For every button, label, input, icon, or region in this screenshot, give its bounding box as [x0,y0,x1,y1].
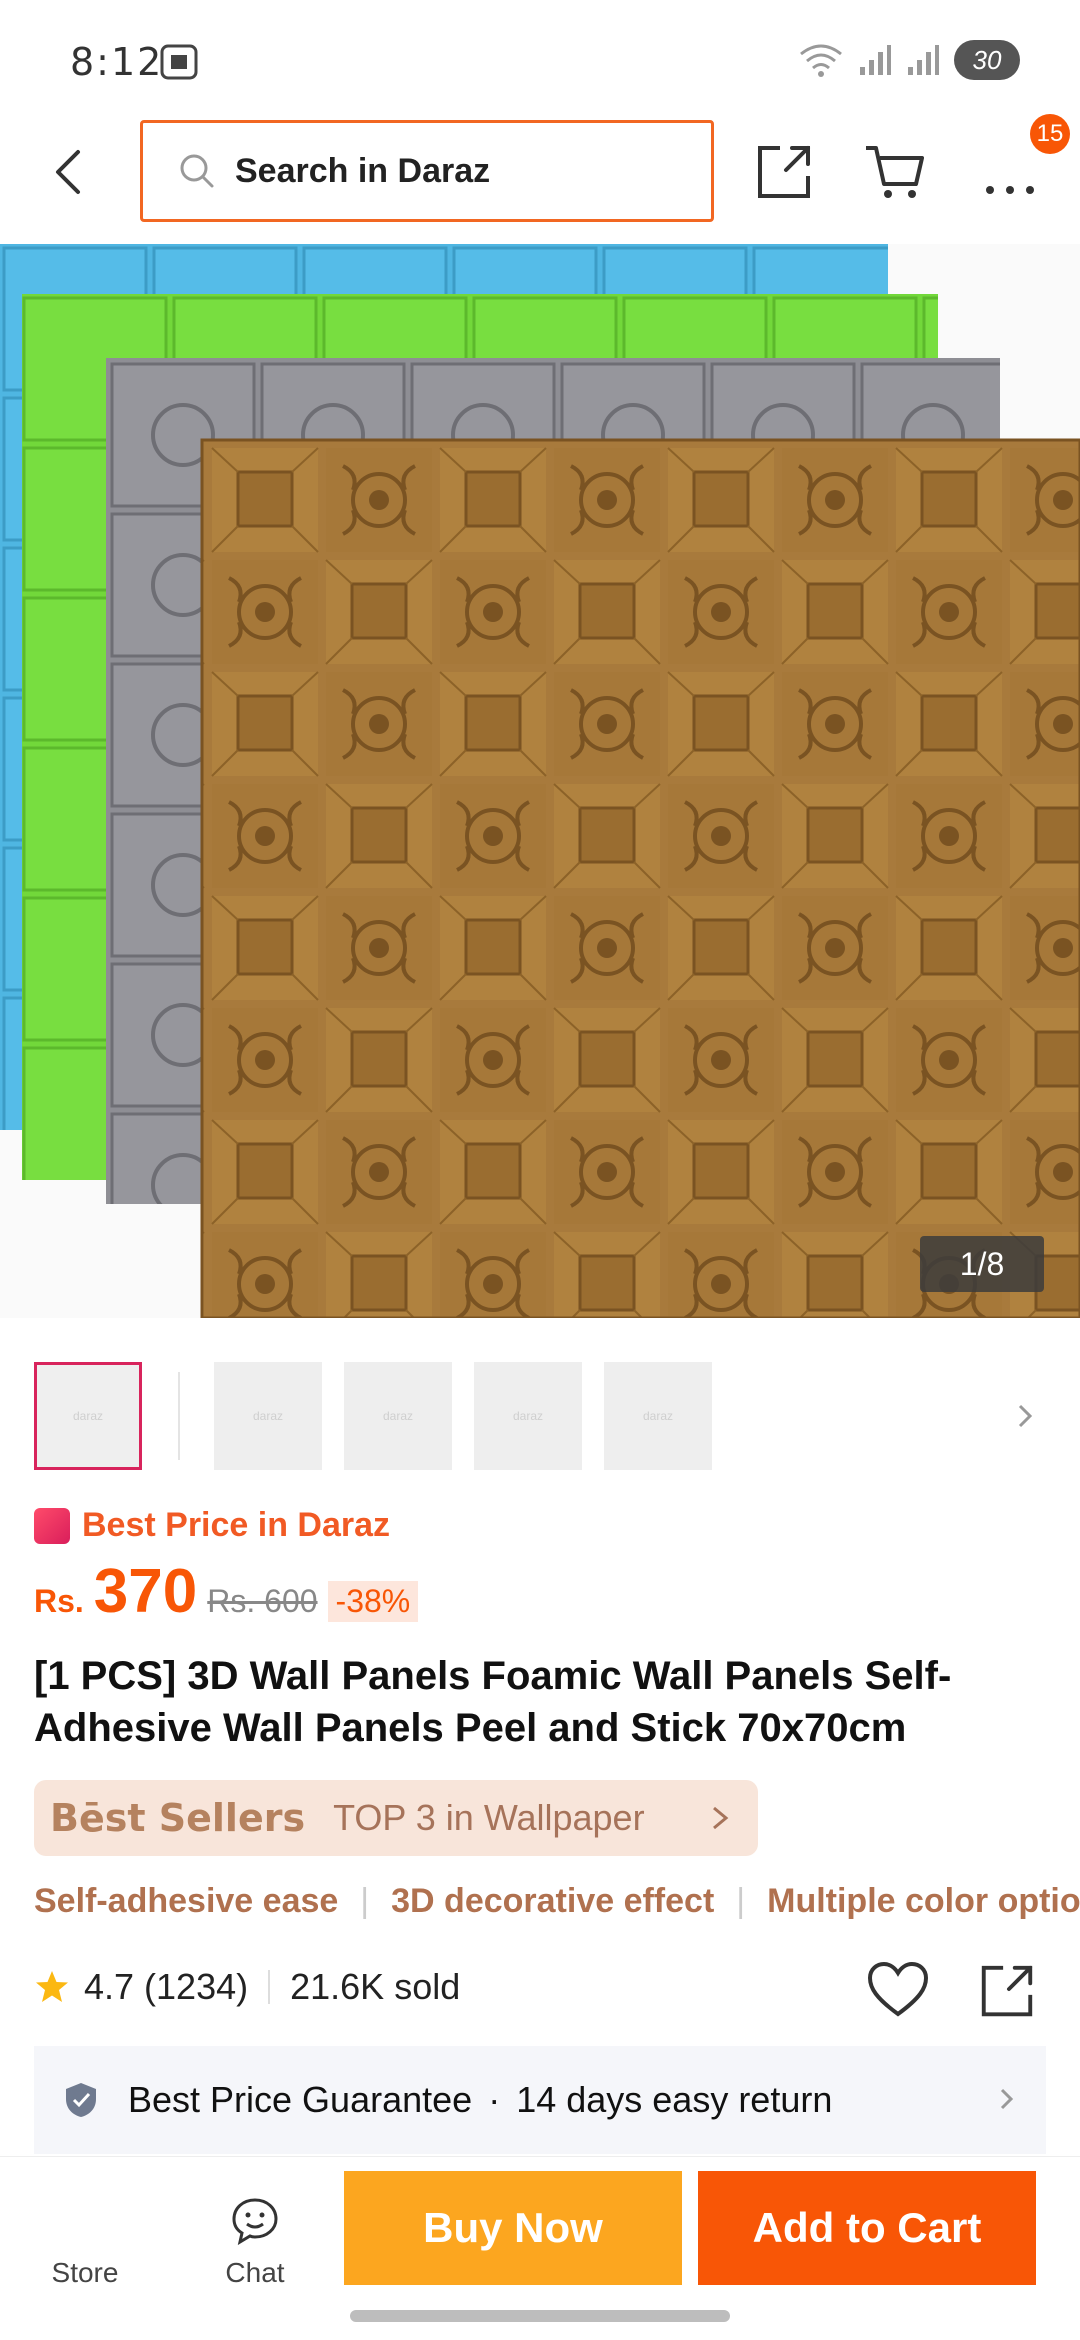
current-price: 370 [93,1557,198,1626]
search-input[interactable]: Search in Daraz [140,120,714,222]
original-price: Rs. 600 [207,1583,318,1619]
shield-icon [66,2083,96,2117]
thumbnail-strip: daraz daraz daraz daraz daraz [0,1350,1080,1480]
feature-tag: Multiple color options [767,1882,1080,1920]
best-sellers-label: Bēst Sellers [50,1796,306,1840]
more-icon[interactable] [980,140,1044,204]
rating-row[interactable]: 4.7 (1234) 21.6K sold [34,1966,460,2008]
star-icon [36,1971,68,2002]
heart-icon[interactable] [866,1960,930,2020]
store-button[interactable]: Store [30,2257,140,2289]
feature-tag: 3D decorative effect [391,1882,715,1920]
best-price-badge: Best Price in Daraz [34,1506,390,1545]
best-sellers-banner[interactable]: Bēst Sellers TOP 3 in Wallpaper [34,1780,758,1856]
thumbnail-1[interactable]: daraz [34,1362,142,1470]
thumb-divider [178,1372,180,1460]
product-title: [1 PCS] 3D Wall Panels Foamic Wall Panel… [34,1654,952,1750]
return-text: 14 days easy return [516,2079,833,2120]
currency: Rs. [34,1583,84,1619]
back-icon[interactable] [40,142,100,202]
cart-icon[interactable] [862,140,926,204]
chevron-right-icon [713,1806,729,1830]
image-counter: 1/8 [920,1236,1044,1292]
status-time: 8:12 [70,40,164,84]
chevron-right-icon [1000,2088,1014,2110]
chevron-right-icon[interactable] [1016,1402,1036,1430]
thumbnail-3[interactable]: daraz [344,1362,452,1470]
share-icon[interactable] [752,140,816,204]
status-icons: 30 [798,40,1020,80]
sold-count: 21.6K sold [290,1966,461,2007]
guarantee-row[interactable]: Best Price Guarantee · 14 days easy retu… [34,2046,1046,2154]
thumbnail-2[interactable]: daraz [214,1362,322,1470]
tag-icon [34,1507,70,1544]
buy-now-button[interactable]: Buy Now [344,2171,682,2285]
add-to-cart-button[interactable]: Add to Cart [698,2171,1036,2285]
feature-tags: Self-adhesive ease | 3D decorative effect |… [34,1882,1080,1932]
top-nav: Search in Daraz 15 [0,114,1080,240]
cart-count-badge: 15 [1030,114,1070,154]
thumbnail-5[interactable]: daraz [604,1362,712,1470]
discount-badge: -38% [327,1581,419,1622]
thumbnail-4[interactable]: daraz [474,1362,582,1470]
wall-panels-image [0,244,1080,1318]
product-image[interactable]: 1/8 [0,244,1080,1318]
chat-icon [232,2198,278,2245]
feature-tag: Self-adhesive ease [34,1882,339,1920]
best-sellers-rank: TOP 3 in Wallpaper [333,1797,645,1838]
status-bar: 8:12 30 [0,0,1080,120]
guarantee-separator: · [488,2079,501,2120]
signal-icon-2 [908,45,939,75]
signal-icon-1 [860,45,891,75]
guarantee-text: Best Price Guarantee [128,2079,473,2120]
search-icon [180,154,214,188]
rating-score: 4.7 (1234) [84,1966,249,2007]
price-row: Rs. 370 Rs. 600 -38% [34,1556,419,1627]
battery-indicator: 30 [954,40,1020,80]
search-placeholder: Search in Daraz [235,151,491,190]
screenshot-icon [160,44,198,80]
share-icon[interactable] [976,1960,1038,2022]
home-indicator[interactable] [350,2310,730,2322]
wifi-icon [800,44,842,77]
chat-button[interactable]: Chat [200,2197,310,2289]
